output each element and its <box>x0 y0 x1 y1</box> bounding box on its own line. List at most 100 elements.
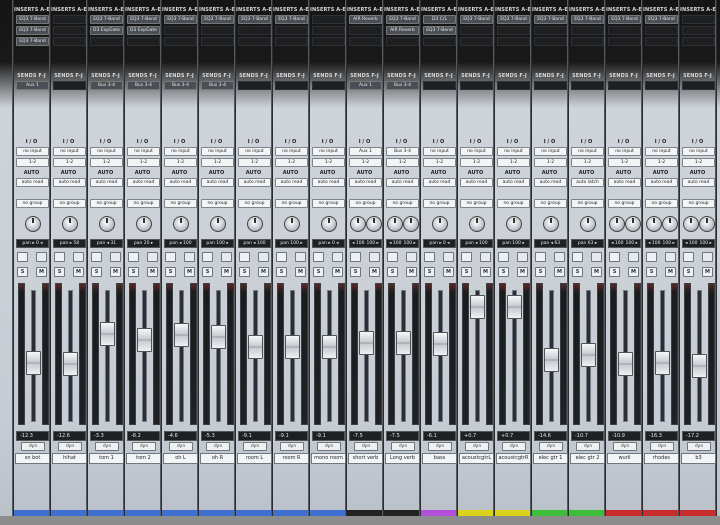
mute-button[interactable]: M <box>295 267 306 277</box>
insert-slot[interactable]: EQ3 7-Band <box>90 15 123 24</box>
insert-slot-empty[interactable] <box>386 37 419 46</box>
record-button[interactable] <box>702 252 713 262</box>
mute-button[interactable]: M <box>184 267 195 277</box>
automation-mode[interactable]: auto read <box>497 178 530 187</box>
input-selector[interactable]: no input <box>238 147 271 156</box>
output-selector[interactable]: 1-2 <box>534 158 567 167</box>
volume-fader[interactable] <box>359 331 374 355</box>
group-selector[interactable]: no group <box>608 199 641 208</box>
insert-slot[interactable]: EQ3 7-Band <box>534 15 567 24</box>
pan-knob[interactable] <box>469 216 485 232</box>
solo-button[interactable]: S <box>387 267 398 277</box>
input-monitor-button[interactable] <box>609 252 620 262</box>
track-name[interactable]: b3 <box>681 453 716 464</box>
insert-slot-empty[interactable] <box>682 37 715 46</box>
volume-fader[interactable] <box>137 328 152 353</box>
input-selector[interactable]: no input <box>201 147 234 156</box>
dyn-button[interactable]: dyn <box>465 442 489 451</box>
solo-button[interactable]: S <box>535 267 546 277</box>
insert-slot[interactable]: EQ3 7-Band <box>386 15 419 24</box>
volume-fader[interactable] <box>396 331 411 355</box>
solo-button[interactable]: S <box>54 267 65 277</box>
insert-slot-empty[interactable] <box>238 37 271 46</box>
track-name[interactable]: room L <box>237 453 272 464</box>
automation-mode[interactable]: auto read <box>460 178 493 187</box>
input-monitor-button[interactable] <box>387 252 398 262</box>
mute-button[interactable]: M <box>628 267 639 277</box>
group-selector[interactable]: no group <box>16 199 49 208</box>
insert-slot-empty[interactable] <box>275 37 308 46</box>
track-name[interactable]: oh R <box>200 453 235 464</box>
pan-knob[interactable] <box>580 216 596 232</box>
automation-mode[interactable]: auto read <box>275 178 308 187</box>
record-button[interactable] <box>517 252 528 262</box>
insert-slot-empty[interactable] <box>164 26 197 35</box>
insert-slot-empty[interactable] <box>201 26 234 35</box>
input-monitor-button[interactable] <box>683 252 694 262</box>
insert-slot[interactable]: D3 ExpGate <box>127 26 160 35</box>
send-slot-empty[interactable] <box>423 81 456 90</box>
insert-slot-empty[interactable] <box>53 26 86 35</box>
volume-fader[interactable] <box>100 321 115 346</box>
mute-button[interactable]: M <box>591 267 602 277</box>
insert-slot-empty[interactable] <box>608 26 641 35</box>
track-name[interactable]: tom 1 <box>89 453 124 464</box>
dyn-button[interactable]: dyn <box>280 442 304 451</box>
send-slot[interactable]: Bus 3-4 <box>127 81 160 90</box>
input-monitor-button[interactable] <box>91 252 102 262</box>
input-monitor-button[interactable] <box>128 252 139 262</box>
record-button[interactable] <box>184 252 195 262</box>
input-monitor-button[interactable] <box>17 252 28 262</box>
insert-slot-empty[interactable] <box>312 37 345 46</box>
insert-slot[interactable]: EQ3 7-Band <box>164 15 197 24</box>
pan-knob[interactable] <box>543 216 559 232</box>
dyn-button[interactable]: dyn <box>650 442 674 451</box>
send-slot-empty[interactable] <box>497 81 530 90</box>
output-selector[interactable]: 1-2 <box>497 158 530 167</box>
mute-button[interactable]: M <box>110 267 121 277</box>
insert-slot[interactable]: EQ3 7-Band <box>238 15 271 24</box>
automation-mode[interactable]: auto read <box>534 178 567 187</box>
mute-button[interactable]: M <box>517 267 528 277</box>
dyn-button[interactable]: dyn <box>576 442 600 451</box>
group-selector[interactable]: no group <box>349 199 382 208</box>
solo-button[interactable]: S <box>239 267 250 277</box>
automation-mode[interactable]: auto read <box>16 178 49 187</box>
record-button[interactable] <box>628 252 639 262</box>
input-monitor-button[interactable] <box>498 252 509 262</box>
automation-mode[interactable]: auto read <box>238 178 271 187</box>
solo-button[interactable]: S <box>646 267 657 277</box>
send-slot-empty[interactable] <box>645 81 678 90</box>
insert-slot-empty[interactable] <box>349 37 382 46</box>
dyn-button[interactable]: dyn <box>206 442 230 451</box>
pan-knob[interactable] <box>284 216 300 232</box>
output-selector[interactable]: 1-2 <box>423 158 456 167</box>
record-button[interactable] <box>147 252 158 262</box>
insert-slot-empty[interactable] <box>238 26 271 35</box>
group-selector[interactable]: no group <box>423 199 456 208</box>
group-selector[interactable]: no group <box>53 199 86 208</box>
send-slot-empty[interactable] <box>460 81 493 90</box>
solo-button[interactable]: S <box>572 267 583 277</box>
input-selector[interactable]: no input <box>53 147 86 156</box>
input-monitor-button[interactable] <box>202 252 213 262</box>
insert-slot-empty[interactable] <box>460 26 493 35</box>
solo-button[interactable]: S <box>461 267 472 277</box>
insert-slot-empty[interactable] <box>312 26 345 35</box>
dyn-button[interactable]: dyn <box>317 442 341 451</box>
input-selector[interactable]: no input <box>312 147 345 156</box>
pan-knob-left[interactable] <box>387 216 403 232</box>
insert-slot-empty[interactable] <box>423 37 456 46</box>
insert-slot-empty[interactable] <box>164 37 197 46</box>
input-selector[interactable]: no input <box>275 147 308 156</box>
automation-mode[interactable]: auto read <box>164 178 197 187</box>
dyn-button[interactable]: dyn <box>58 442 82 451</box>
solo-button[interactable]: S <box>609 267 620 277</box>
mute-button[interactable]: M <box>258 267 269 277</box>
input-monitor-button[interactable] <box>646 252 657 262</box>
mute-button[interactable]: M <box>443 267 454 277</box>
send-slot-empty[interactable] <box>275 81 308 90</box>
input-monitor-button[interactable] <box>165 252 176 262</box>
volume-fader[interactable] <box>211 324 226 349</box>
record-button[interactable] <box>406 252 417 262</box>
